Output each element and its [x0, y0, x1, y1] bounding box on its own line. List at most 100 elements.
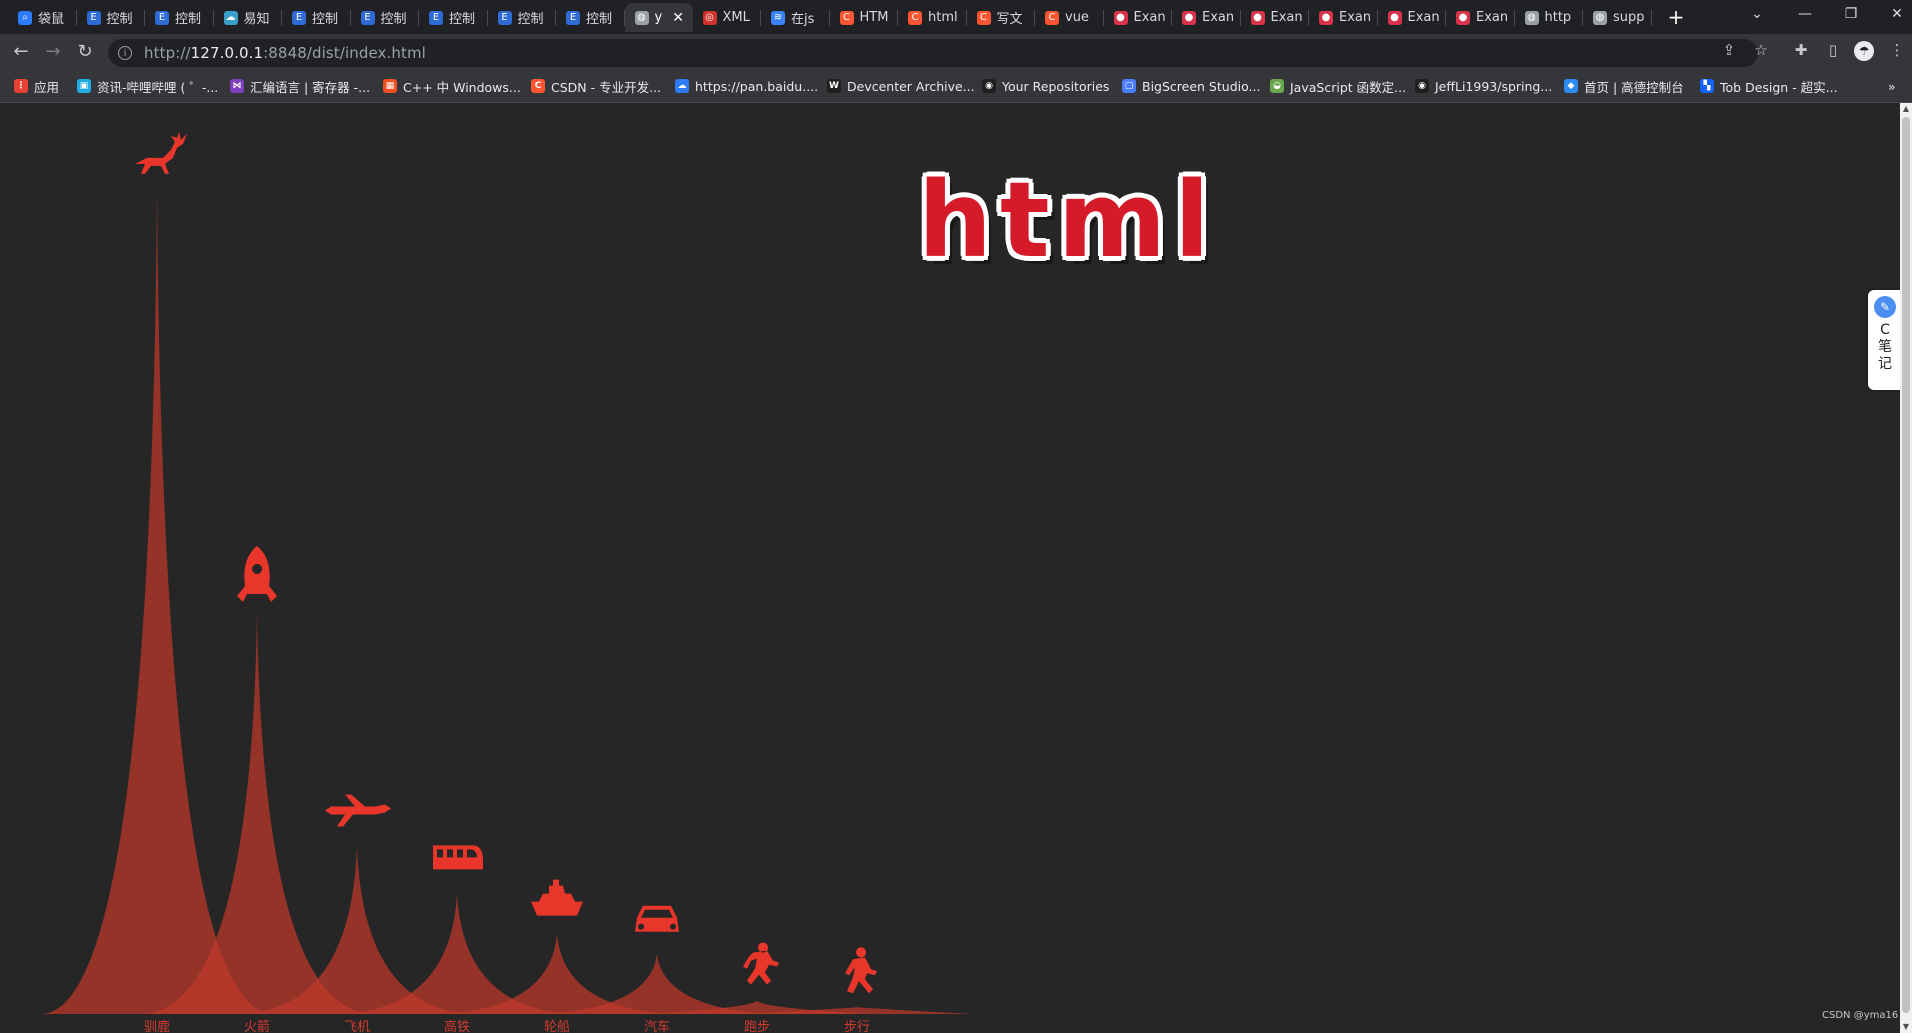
scrollbar-thumb[interactable]: [1902, 117, 1910, 1013]
browser-tab[interactable]: ● Exan: [1104, 3, 1172, 32]
url-text[interactable]: http://127.0.0.1:8848/dist/index.html: [144, 44, 426, 62]
tab-favicon-icon: ☁: [223, 10, 238, 25]
menu-icon[interactable]: ⋮: [1886, 41, 1908, 59]
browser-tab[interactable]: C HTM: [830, 3, 898, 32]
bookmark-label: JavaScript 函数定...: [1290, 79, 1407, 95]
x-axis-label: 汽车: [644, 1019, 670, 1033]
browser-tab[interactable]: E 控制: [488, 3, 556, 32]
tab-favicon-icon: E: [155, 10, 169, 25]
x-axis-label: 火箭: [244, 1019, 270, 1033]
reindeer-icon-shape: [135, 131, 187, 174]
tab-favicon-icon: ◍: [634, 10, 649, 25]
browser-tab[interactable]: ◍ supp: [1583, 3, 1652, 32]
ship-icon-shape: [531, 879, 583, 916]
x-axis-label: 跑步: [744, 1020, 770, 1033]
tab-label: Exan: [1339, 10, 1372, 25]
extensions-icon[interactable]: ✚: [1790, 41, 1812, 59]
tab-label: html: [928, 10, 958, 25]
forward-icon[interactable]: →: [42, 41, 64, 63]
bookmark-favicon-icon: ◉: [1415, 79, 1429, 93]
tab-label: XML: [722, 10, 750, 25]
back-icon[interactable]: ←: [10, 41, 32, 63]
site-info-icon[interactable]: i: [118, 46, 132, 60]
side-panel-icon[interactable]: ▯: [1822, 41, 1844, 59]
tab-label: 写文: [996, 12, 1023, 27]
bookmark-item[interactable]: ◉ Your Repositories: [982, 70, 1109, 102]
tab-label: HTM: [859, 10, 889, 25]
tab-favicon-icon: ◍: [1593, 10, 1607, 25]
minimize-icon[interactable]: —: [1794, 6, 1816, 22]
scroll-down-icon[interactable]: ▼: [1900, 1021, 1912, 1033]
bookmark-item[interactable]: W Devcenter Archive...: [827, 70, 975, 102]
browser-tab[interactable]: ⌕ 袋鼠: [8, 3, 77, 32]
bookmark-item[interactable]: ☁ https://pan.baidu....: [675, 70, 818, 102]
close-tab-icon[interactable]: ✕: [672, 10, 684, 26]
bookmark-item[interactable]: C CSDN - 专业开发...: [531, 70, 661, 102]
bookmark-star-icon[interactable]: ☆: [1750, 41, 1772, 59]
more-bookmarks-icon[interactable]: »: [1888, 70, 1896, 102]
bookmark-label: Your Repositories: [1002, 78, 1110, 94]
browser-tab[interactable]: ● Exan: [1378, 3, 1446, 32]
tab-label: Exan: [1133, 10, 1166, 25]
bookmark-favicon-icon: ◒: [1270, 79, 1284, 93]
bookmark-item[interactable]: ⋈ 汇编语言 | 寄存器 -...: [230, 70, 370, 102]
bookmark-favicon-icon: ⋈: [230, 79, 244, 93]
bookmark-label: 资讯-哔哩哔哩 ( ゜-...: [97, 79, 219, 95]
profile-avatar[interactable]: ☂: [1854, 41, 1874, 61]
close-window-icon[interactable]: ✕: [1886, 6, 1908, 22]
browser-tab[interactable]: C 写文: [967, 3, 1035, 32]
share-icon[interactable]: ⇪: [1718, 41, 1740, 59]
bookmark-label: CSDN - 专业开发...: [551, 79, 662, 95]
tab-label: 控制: [449, 12, 476, 27]
notes-label: C笔记: [1878, 322, 1892, 372]
csdn-notes-widget[interactable]: ✎ C笔记: [1868, 290, 1902, 390]
browser-tab[interactable]: ● Exan: [1446, 3, 1515, 32]
bookmark-label: Devcenter Archive...: [847, 78, 975, 94]
bookmark-item[interactable]: ◒ JavaScript 函数定...: [1270, 70, 1406, 102]
tab-label: 控制: [312, 12, 339, 27]
bookmark-favicon-icon: ◆: [1564, 79, 1578, 93]
browser-tab[interactable]: ● Exan: [1241, 3, 1309, 32]
tab-favicon-icon: C: [1045, 10, 1059, 25]
reload-icon[interactable]: ↻: [74, 41, 96, 63]
browser-tab[interactable]: ◍ y ✕: [624, 3, 693, 32]
tab-search-icon[interactable]: ⌄: [1746, 6, 1768, 22]
browser-tab[interactable]: E 控制: [282, 3, 351, 32]
bookmark-item[interactable]: ▣ 资讯-哔哩哔哩 ( ゜-...: [77, 70, 218, 102]
bookmark-item[interactable]: ◉ JeffLi1993/spring...: [1415, 70, 1552, 102]
bookmark-item[interactable]: ◆ 首页 | 高德控制台: [1564, 70, 1684, 102]
browser-tab[interactable]: ◎ XML: [693, 3, 761, 32]
browser-tab[interactable]: E 控制: [77, 3, 145, 32]
restore-icon[interactable]: ❐: [1840, 6, 1862, 22]
bookmark-item[interactable]: ▚ Tob Design - 超实...: [1700, 70, 1838, 102]
browser-tab[interactable]: E 控制: [419, 3, 488, 32]
tab-label: 袋鼠: [38, 12, 65, 27]
browser-tab[interactable]: E 控制: [145, 3, 214, 32]
rocket-icon-shape: [237, 546, 277, 602]
browser-tab[interactable]: ● Exan: [1172, 3, 1241, 32]
airplane-icon-shape: [325, 794, 391, 827]
browser-tab[interactable]: E 控制: [556, 3, 625, 32]
bookmark-label: 汇编语言 | 寄存器 -...: [250, 79, 371, 95]
browser-tab[interactable]: ☁ 易知: [214, 3, 282, 32]
new-tab-button[interactable]: +: [1665, 6, 1687, 28]
bookmark-item[interactable]: ▦ C++ 中 Windows...: [383, 70, 521, 102]
browser-tab[interactable]: Chtml: [898, 3, 967, 32]
tab-label: 控制: [517, 12, 544, 27]
address-bar[interactable]: i http://127.0.0.1:8848/dist/index.html: [108, 39, 1758, 67]
tab-label: y: [654, 10, 663, 25]
page-scrollbar[interactable]: ▲ ▼: [1900, 103, 1912, 1033]
scroll-up-icon[interactable]: ▲: [1900, 103, 1912, 115]
car-icon-shape: [635, 905, 679, 932]
browser-tab[interactable]: ≋ 在js: [761, 3, 830, 32]
bookmark-item[interactable]: ⋮ 应用: [14, 70, 59, 102]
bookmark-label: C++ 中 Windows...: [403, 79, 521, 95]
tab-favicon-icon: ●: [1113, 10, 1128, 25]
browser-tab[interactable]: Cvue: [1035, 3, 1104, 32]
bookmark-item[interactable]: ▢ BigScreen Studio...: [1122, 70, 1260, 102]
browser-tab[interactable]: ● Exan: [1309, 3, 1378, 32]
x-axis-label: 步行: [844, 1020, 870, 1033]
tab-label: 控制: [586, 12, 613, 27]
browser-tab[interactable]: E 控制: [351, 3, 419, 32]
browser-tab[interactable]: ◍ http: [1515, 3, 1583, 32]
